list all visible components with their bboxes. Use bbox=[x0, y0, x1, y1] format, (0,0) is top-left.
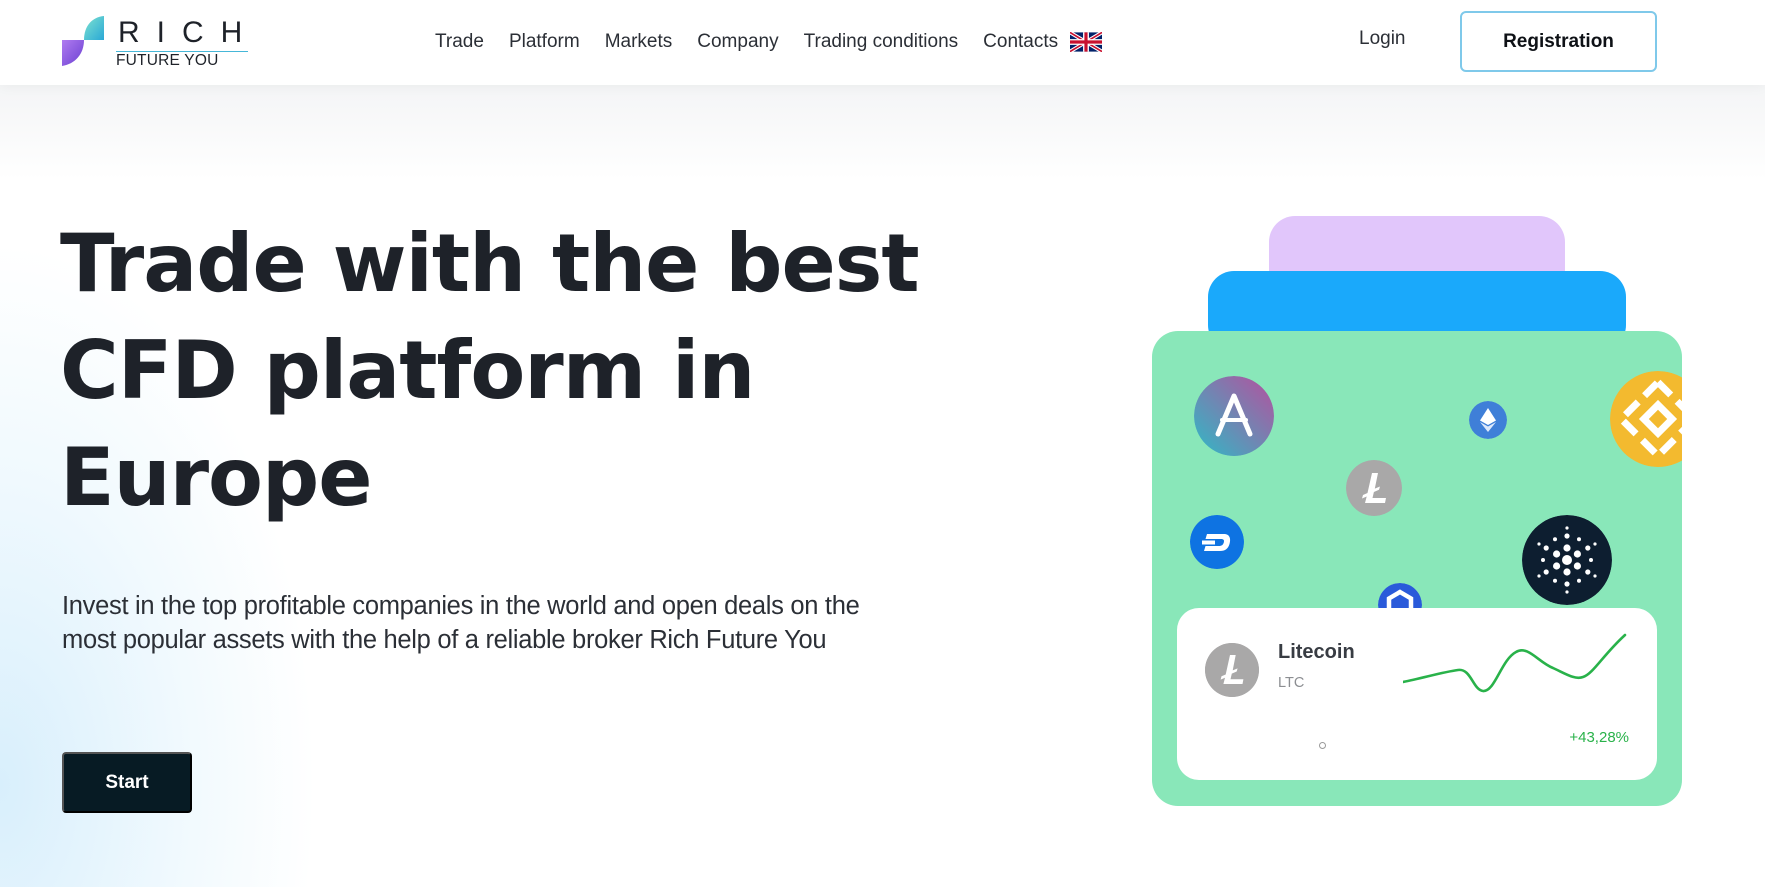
coin-change: +43,28% bbox=[1569, 729, 1629, 746]
start-button[interactable]: Start bbox=[62, 752, 192, 813]
nav-company[interactable]: Company bbox=[697, 31, 778, 53]
hero-subtext: Invest in the top profitable companies i… bbox=[62, 592, 860, 654]
nav-contacts[interactable]: Contacts bbox=[983, 31, 1058, 53]
logo[interactable]: RICH FUTURE YOU bbox=[62, 16, 252, 69]
sparkline-chart bbox=[1403, 633, 1627, 693]
litecoin-icon bbox=[1205, 643, 1259, 697]
coin-symbol: LTC bbox=[1278, 675, 1305, 691]
logo-tagline: FUTURE YOU bbox=[116, 52, 219, 69]
main-nav: Trade Platform Markets Company Trading c… bbox=[435, 28, 1103, 56]
nav-markets[interactable]: Markets bbox=[605, 31, 673, 53]
coin-name: Litecoin bbox=[1278, 641, 1355, 663]
registration-button[interactable]: Registration bbox=[1460, 11, 1657, 72]
nav-platform[interactable]: Platform bbox=[509, 31, 580, 53]
hero-headline: Trade with the best CFD platform in Euro… bbox=[60, 217, 920, 524]
site-header: RICH FUTURE YOU Trade Platform Markets C… bbox=[0, 0, 1765, 85]
nav-trade[interactable]: Trade bbox=[435, 31, 484, 53]
logo-wordmark: RICH bbox=[118, 16, 260, 49]
nav-trading-conditions[interactable]: Trading conditions bbox=[804, 31, 959, 53]
logo-mark-icon bbox=[62, 16, 104, 66]
carousel-dot[interactable] bbox=[1319, 742, 1326, 749]
login-link[interactable]: Login bbox=[1359, 28, 1406, 50]
ticker-card[interactable]: Litecoin LTC +43,28% bbox=[1177, 608, 1657, 780]
uk-flag-icon[interactable] bbox=[1070, 32, 1103, 52]
